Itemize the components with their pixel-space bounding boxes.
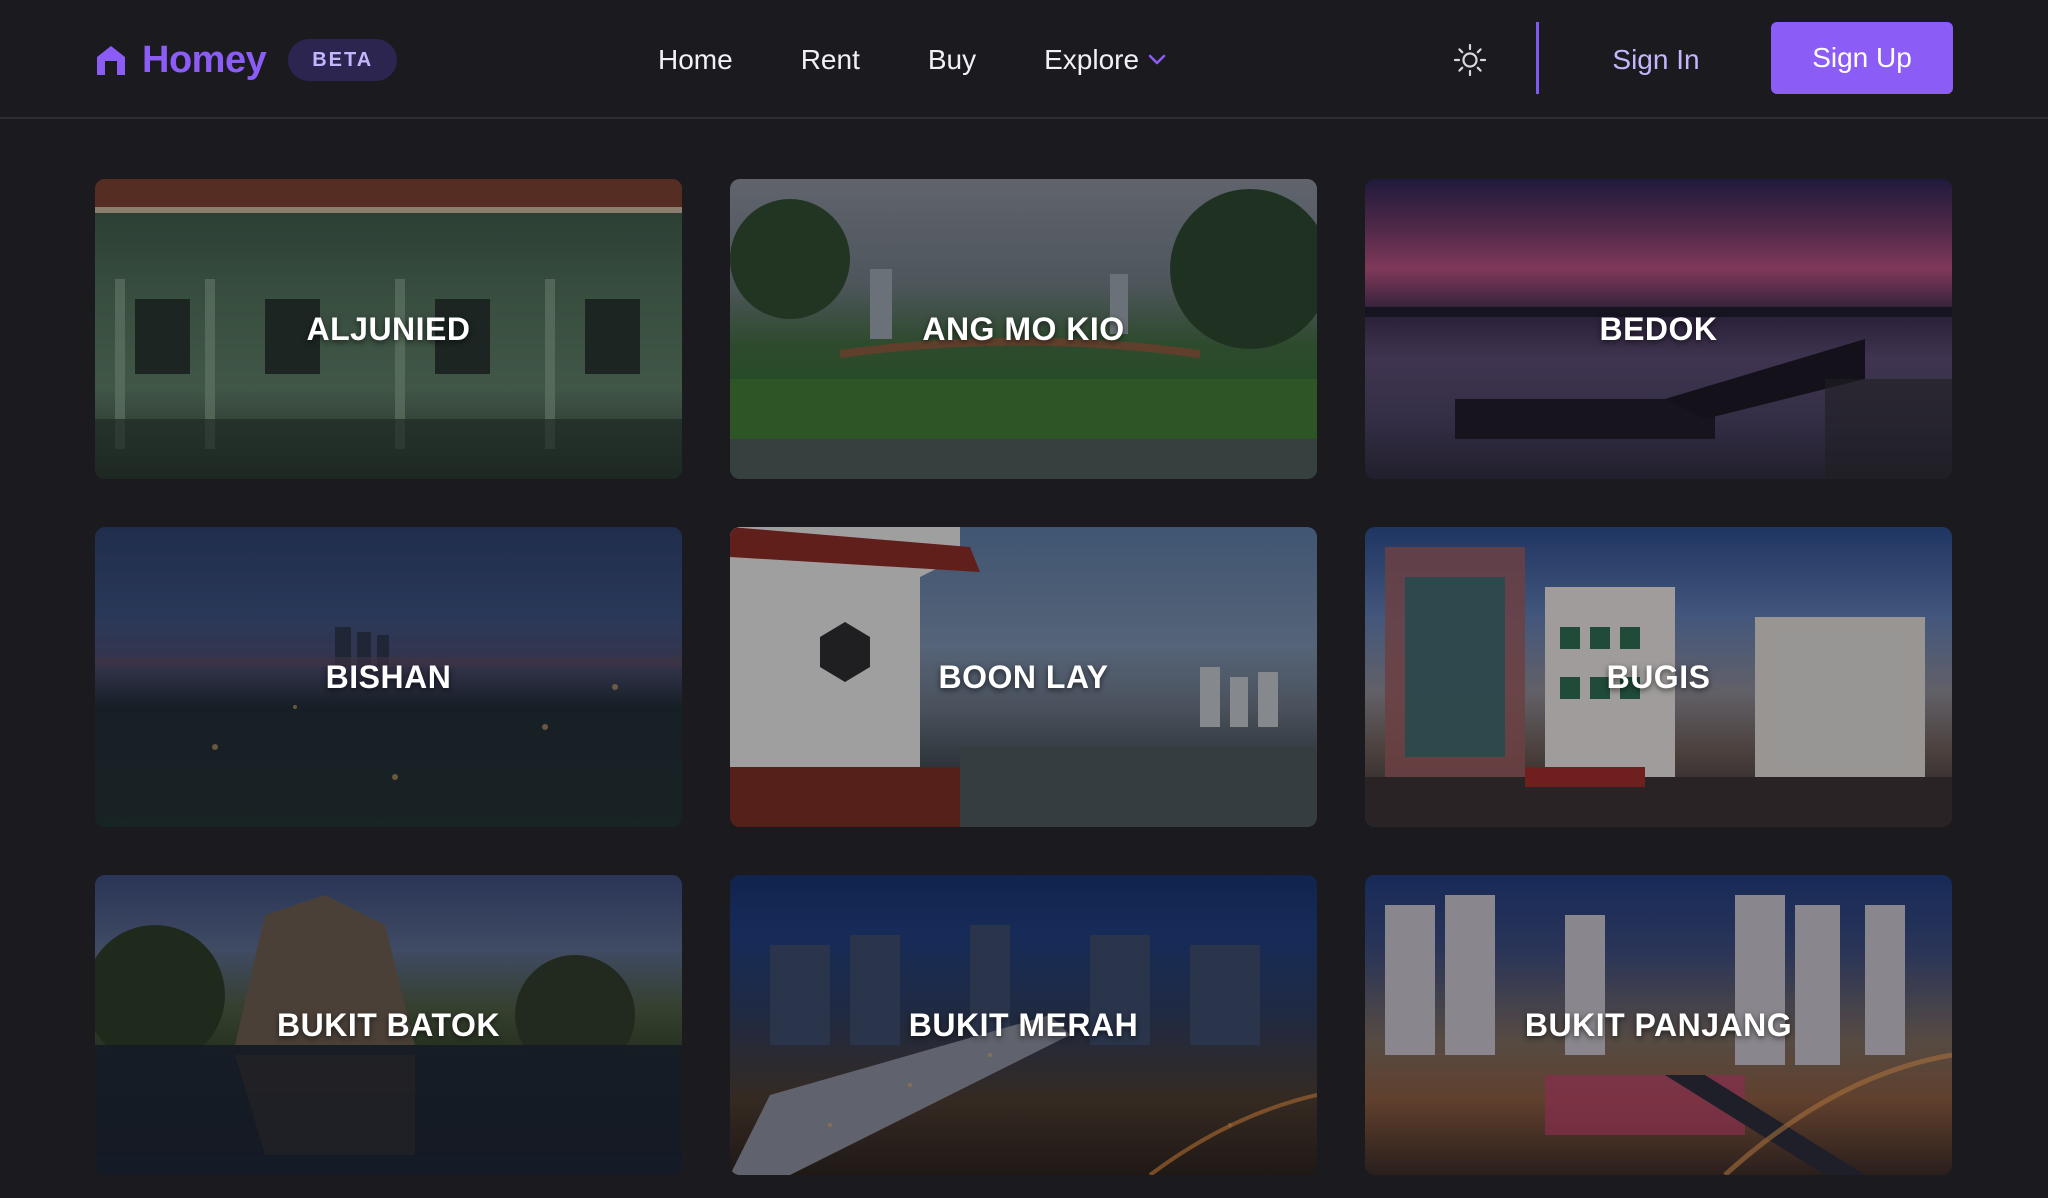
area-card-bugis[interactable]: BUGIS [1365,527,1952,827]
area-card-label: BUGIS [1606,658,1711,695]
beta-badge: BETA [288,39,398,81]
area-card-label: ALJUNIED [306,310,471,347]
nav-link-label: Rent [800,44,860,75]
nav-link-label: Buy [927,44,977,75]
area-card-label: BISHAN [325,658,452,695]
area-card-bukit-panjang[interactable]: BUKIT PANJANG [1365,875,1952,1175]
nav-link-home[interactable]: Home [658,44,733,76]
navbar: Homey BETA Home Rent Buy Explore Sign In… [0,0,2048,119]
brand-name: Homey [142,38,267,81]
nav-link-label: Home [658,44,733,75]
area-card-bedok[interactable]: BEDOK [1365,179,1952,479]
area-card-bishan[interactable]: BISHAN [95,527,682,827]
area-card-boon-lay[interactable]: BOON LAY [730,527,1317,827]
area-card-aljunied[interactable]: ALJUNIED [95,179,682,479]
nav-link-explore[interactable]: Explore [1044,44,1167,76]
nav-link-rent[interactable]: Rent [801,44,860,76]
brand-logo-link[interactable]: Homey BETA [94,36,398,84]
area-card-bukit-batok[interactable]: BUKIT BATOK [95,875,682,1175]
sign-up-button[interactable]: Sign Up [1771,22,1953,94]
home-icon [97,46,125,75]
theme-toggle-button[interactable] [1452,42,1488,78]
area-card-label: BUKIT BATOK [277,1006,500,1043]
area-grid: ALJUNIED ANG MO KIO BEDOK BISHAN BOON LA… [95,179,1952,1175]
nav-link-label: Explore [1044,44,1140,75]
sun-icon [1453,43,1487,77]
area-card-label: BUKIT PANJANG [1524,1006,1793,1043]
area-card-bukit-merah[interactable]: BUKIT MERAH [730,875,1317,1175]
area-card-label: ANG MO KIO [922,310,1125,347]
nav-link-buy[interactable]: Buy [928,44,976,76]
nav-divider [1536,22,1539,94]
chevron-down-icon [1148,54,1166,65]
sign-in-link[interactable]: Sign In [1586,36,1726,84]
area-card-label: BOON LAY [938,658,1109,695]
area-card-label: BUKIT MERAH [908,1006,1139,1043]
area-card-label: BEDOK [1599,310,1718,347]
area-card-ang-mo-kio[interactable]: ANG MO KIO [730,179,1317,479]
main-nav: Home Rent Buy Explore [658,36,1167,84]
